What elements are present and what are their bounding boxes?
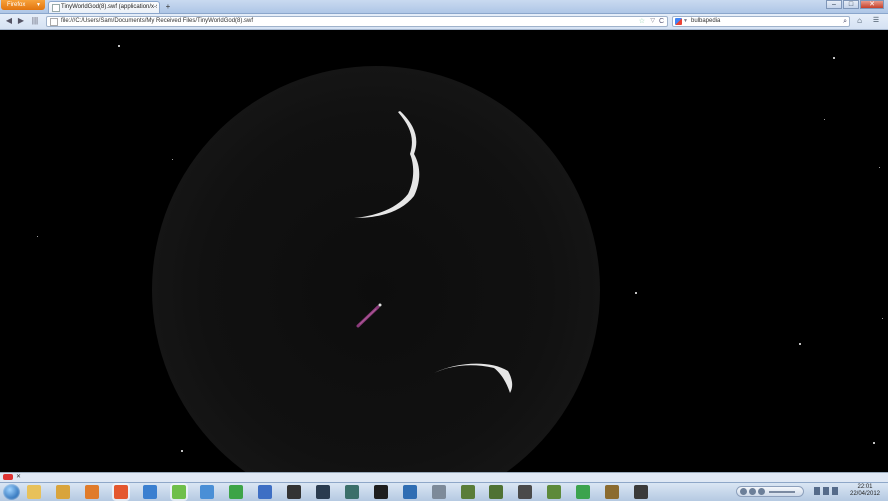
game-canvas[interactable]	[0, 30, 888, 472]
app-icon-cube[interactable]	[518, 485, 532, 499]
utorrent-icon[interactable]	[229, 485, 243, 499]
url-dropdown-icon[interactable]: ▽	[650, 17, 655, 26]
star	[118, 45, 120, 47]
arrow-up-icon[interactable]	[814, 487, 820, 495]
app-icon-teal[interactable]	[345, 485, 359, 499]
window-controls: – □ ✕	[826, 0, 886, 10]
next-icon[interactable]	[758, 488, 765, 495]
addon-icon[interactable]	[3, 474, 13, 480]
system-tray	[814, 487, 844, 497]
firefox-menu-button[interactable]: Firefox ▼	[1, 0, 45, 10]
app-icon-green[interactable]	[576, 485, 590, 499]
dark-planet[interactable]	[152, 66, 600, 472]
menu-icon[interactable]: ☰	[870, 16, 882, 26]
star	[37, 236, 38, 237]
media-player-icon[interactable]	[85, 485, 99, 499]
app-icon-blue[interactable]	[403, 485, 417, 499]
world-of-tanks-icon[interactable]	[634, 485, 648, 499]
windows-live-icon[interactable]	[200, 485, 214, 499]
close-button[interactable]: ✕	[860, 0, 884, 9]
volume-slider[interactable]	[769, 491, 795, 493]
back-button[interactable]: ◀	[4, 16, 14, 26]
search-icon[interactable]: ⌕	[843, 17, 847, 26]
white-worm-bottom[interactable]	[434, 363, 513, 393]
page-icon	[52, 4, 60, 12]
chevron-down-icon[interactable]: ▼	[683, 17, 688, 26]
star	[824, 119, 825, 120]
tab-active[interactable]: TinyWorldGod(8).swf (application/x-sho..…	[48, 1, 160, 13]
chevron-down-icon: ▼	[36, 2, 41, 8]
home-icon[interactable]: ⌂	[854, 16, 865, 26]
search-bar[interactable]: ▼ bulbapedia ⌕	[672, 16, 850, 27]
star	[873, 442, 875, 444]
app-icon-black[interactable]	[374, 485, 388, 499]
app-icon-ruby[interactable]	[547, 485, 561, 499]
search-input[interactable]: bulbapedia	[691, 17, 720, 26]
navigation-toolbar: ◀ ▶ ||| file:///C:/Users/Sam/Documents/M…	[0, 14, 888, 30]
app-icon-grey[interactable]	[432, 485, 446, 499]
maximize-button[interactable]: □	[843, 0, 859, 9]
clock-time[interactable]: 22:01	[846, 484, 884, 491]
white-worm-top[interactable]	[354, 111, 420, 218]
minecraft-icon-2[interactable]	[489, 485, 503, 499]
warcraft-icon[interactable]	[605, 485, 619, 499]
network-icon[interactable]	[823, 487, 829, 495]
play-icon[interactable]	[749, 488, 756, 495]
volume-icon[interactable]	[832, 487, 838, 495]
start-button[interactable]	[3, 484, 20, 500]
history-icon[interactable]: |||	[30, 16, 40, 26]
star	[799, 343, 801, 345]
app-icon-dark[interactable]	[287, 485, 301, 499]
address-bar[interactable]: file:///C:/Users/Sam/Documents/My Receiv…	[46, 16, 668, 27]
star	[879, 167, 880, 168]
taskbar: 22:01 22/04/2012	[0, 482, 888, 501]
close-icon[interactable]: ✕	[16, 473, 21, 481]
purple-creature[interactable]	[356, 303, 382, 328]
clock-date[interactable]: 22/04/2012	[846, 491, 884, 498]
firefox-menu-label: Firefox	[7, 2, 26, 8]
minecraft-icon[interactable]	[461, 485, 475, 499]
star	[833, 57, 835, 59]
itunes-icon[interactable]	[143, 485, 157, 499]
windows-explorer-icon[interactable]	[27, 485, 41, 499]
star	[635, 292, 637, 294]
tab-title: TinyWorldGod(8).swf (application/x-sho..…	[61, 4, 157, 10]
media-controls[interactable]	[736, 486, 804, 497]
game-launcher-icon[interactable]	[258, 485, 272, 499]
star	[882, 318, 883, 319]
address-text[interactable]: file:///C:/Users/Sam/Documents/My Receiv…	[61, 17, 253, 26]
bookmark-star-icon[interactable]: ☆	[639, 17, 645, 26]
messenger-icon[interactable]	[172, 485, 186, 499]
notification-strip: ✕	[0, 472, 888, 482]
folder-icon[interactable]	[56, 485, 70, 499]
reload-icon[interactable]: C	[659, 17, 664, 26]
google-icon[interactable]	[675, 18, 682, 25]
page-icon	[50, 18, 58, 26]
tab-bar: Firefox ▼ TinyWorldGod(8).swf (applicati…	[0, 0, 888, 14]
minimize-button[interactable]: –	[826, 0, 842, 9]
steam-icon[interactable]	[316, 485, 330, 499]
firefox-icon[interactable]	[114, 485, 128, 499]
prev-icon[interactable]	[740, 488, 747, 495]
forward-button[interactable]: ▶	[16, 16, 26, 26]
new-tab-button[interactable]: +	[163, 2, 173, 11]
planet-creatures	[354, 111, 513, 393]
